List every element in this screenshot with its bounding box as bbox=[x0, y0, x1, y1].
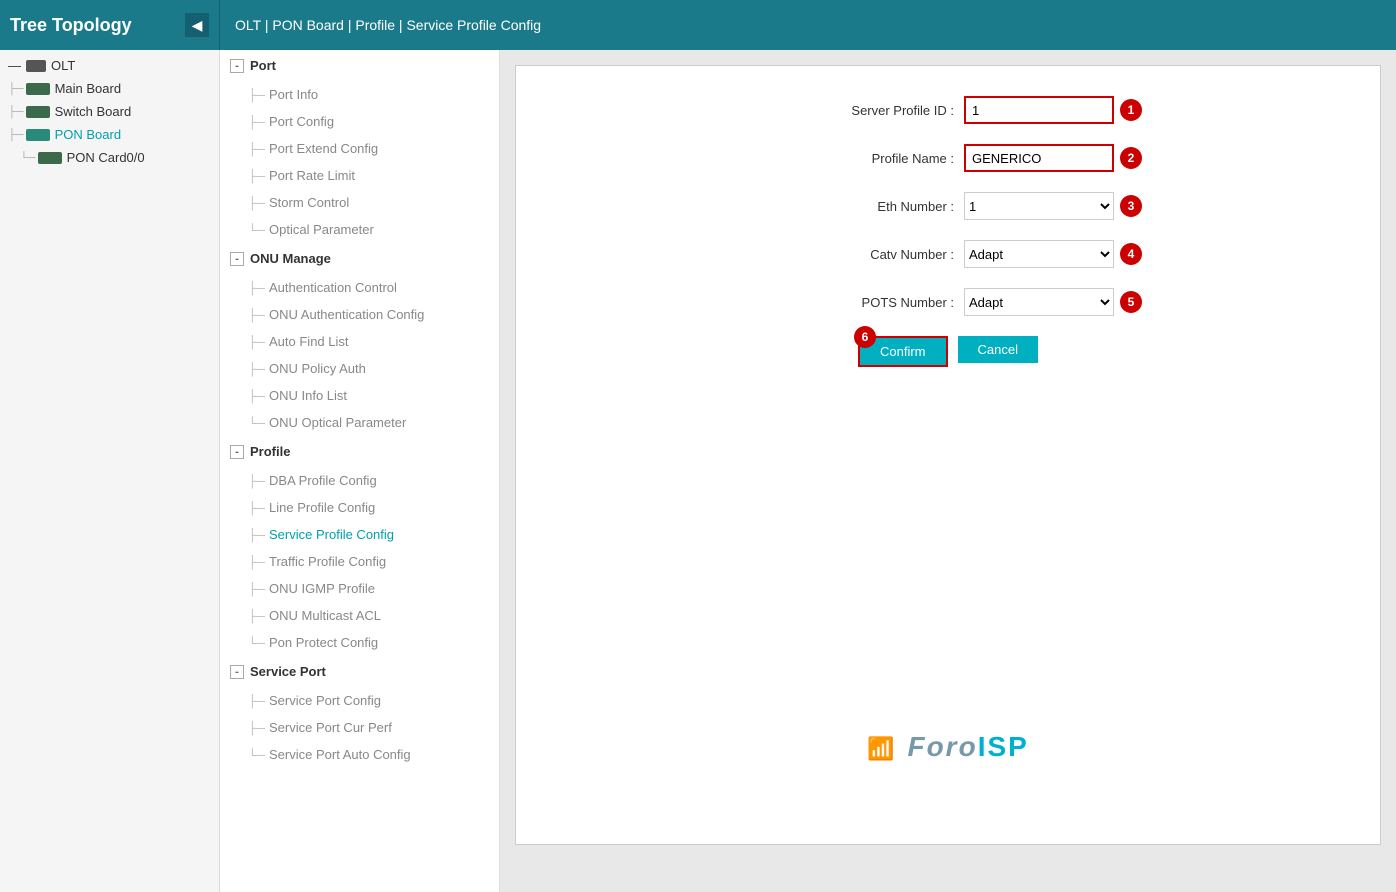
profile-name-input[interactable] bbox=[964, 144, 1114, 172]
server-profile-id-input[interactable] bbox=[964, 96, 1114, 124]
step-badge-3: 3 bbox=[1120, 195, 1142, 217]
main-layout: — OLT ├─ Main Board ├─ Switch Board ├─ P… bbox=[0, 50, 1396, 892]
menu-onu-optical-parameter[interactable]: └─ ONU Optical Parameter bbox=[220, 409, 499, 436]
step-badge-4: 4 bbox=[1120, 243, 1142, 265]
olt-text: OLT bbox=[51, 58, 75, 73]
menu-storm-control[interactable]: ├─ Storm Control bbox=[220, 189, 499, 216]
watermark-foro: Foro bbox=[907, 731, 977, 762]
menu-port-info[interactable]: ├─ Port Info bbox=[220, 81, 499, 108]
server-profile-id-label: Server Profile ID : bbox=[754, 103, 954, 118]
profile-section-label: Profile bbox=[250, 444, 290, 459]
middle-panel: - Port ├─ Port Info ├─ Port Config ├─ Po… bbox=[220, 50, 500, 892]
menu-auto-find-list[interactable]: ├─ Auto Find List bbox=[220, 328, 499, 355]
onu-manage-expand-icon: - bbox=[230, 252, 244, 266]
main-board-label: Main Board bbox=[55, 81, 121, 96]
profile-items: ├─ DBA Profile Config ├─ Line Profile Co… bbox=[220, 467, 499, 656]
menu-onu-igmp-profile[interactable]: ├─ ONU IGMP Profile bbox=[220, 575, 499, 602]
main-board-icon bbox=[26, 83, 50, 95]
menu-line-profile-config[interactable]: ├─ Line Profile Config bbox=[220, 494, 499, 521]
menu-traffic-profile-config[interactable]: ├─ Traffic Profile Config bbox=[220, 548, 499, 575]
collapse-button[interactable]: ◀ bbox=[185, 13, 209, 37]
catv-number-select[interactable]: Adapt 0 1 bbox=[964, 240, 1114, 268]
menu-service-port-auto-config[interactable]: └─ Service Port Auto Config bbox=[220, 741, 499, 768]
onu-manage-items: ├─ Authentication Control ├─ ONU Authent… bbox=[220, 274, 499, 436]
olt-icon bbox=[26, 60, 46, 72]
header: Tree Topology ◀ OLT | PON Board | Profil… bbox=[0, 0, 1396, 50]
menu-service-profile-config[interactable]: ├─ Service Profile Config bbox=[220, 521, 499, 548]
tree-connector: ├─ bbox=[8, 106, 24, 118]
menu-service-port-config[interactable]: ├─ Service Port Config bbox=[220, 687, 499, 714]
pon-card-label: PON Card0/0 bbox=[67, 150, 145, 165]
tree-connector: ├─ bbox=[8, 83, 24, 95]
section-service-port[interactable]: - Service Port bbox=[220, 656, 499, 687]
button-row: 6 Confirm Cancel bbox=[546, 336, 1350, 367]
profile-expand-icon: - bbox=[230, 445, 244, 459]
menu-pon-protect-config[interactable]: └─ Pon Protect Config bbox=[220, 629, 499, 656]
switch-board-icon bbox=[26, 106, 50, 118]
tree-connector: ├─ bbox=[8, 129, 24, 141]
switch-board-label: Switch Board bbox=[55, 104, 132, 119]
sidebar-item-pon-card[interactable]: └─ PON Card0/0 bbox=[0, 146, 219, 169]
sidebar-item-main-board[interactable]: ├─ Main Board bbox=[0, 77, 219, 100]
section-profile[interactable]: - Profile bbox=[220, 436, 499, 467]
pots-number-label: POTS Number : bbox=[754, 295, 954, 310]
server-profile-id-row: Server Profile ID : 1 bbox=[546, 96, 1350, 124]
main-content: Server Profile ID : 1 Profile Name : 2 E… bbox=[500, 50, 1396, 892]
app-title: Tree Topology bbox=[10, 15, 132, 36]
confirm-btn-wrapper: 6 Confirm bbox=[858, 336, 958, 367]
service-port-items: ├─ Service Port Config ├─ Service Port C… bbox=[220, 687, 499, 768]
menu-dba-profile-config[interactable]: ├─ DBA Profile Config bbox=[220, 467, 499, 494]
sidebar-item-pon-board[interactable]: ├─ PON Board bbox=[0, 123, 219, 146]
breadcrumb: OLT | PON Board | Profile | Service Prof… bbox=[220, 17, 556, 33]
pon-card-icon bbox=[38, 152, 62, 164]
port-expand-icon: - bbox=[230, 59, 244, 73]
profile-name-label: Profile Name : bbox=[754, 151, 954, 166]
form-container: Server Profile ID : 1 Profile Name : 2 E… bbox=[515, 65, 1381, 845]
menu-service-port-cur-perf[interactable]: ├─ Service Port Cur Perf bbox=[220, 714, 499, 741]
service-port-expand-icon: - bbox=[230, 665, 244, 679]
onu-manage-section-label: ONU Manage bbox=[250, 251, 331, 266]
pon-board-icon bbox=[26, 129, 50, 141]
catv-number-label: Catv Number : bbox=[754, 247, 954, 262]
pon-board-label: PON Board bbox=[55, 127, 121, 142]
step-badge-6: 6 bbox=[854, 326, 876, 348]
sidebar: — OLT ├─ Main Board ├─ Switch Board ├─ P… bbox=[0, 50, 220, 892]
port-section-label: Port bbox=[250, 58, 276, 73]
step-badge-2: 2 bbox=[1120, 147, 1142, 169]
menu-optical-parameter[interactable]: └─ Optical Parameter bbox=[220, 216, 499, 243]
menu-authentication-control[interactable]: ├─ Authentication Control bbox=[220, 274, 499, 301]
eth-number-row: Eth Number : 1 2 3 4 3 bbox=[546, 192, 1350, 220]
olt-label: — OLT bbox=[0, 50, 219, 77]
watermark: 📶 ForoISP bbox=[867, 727, 1029, 764]
port-items: ├─ Port Info ├─ Port Config ├─ Port Exte… bbox=[220, 81, 499, 243]
tree-connector: └─ bbox=[20, 152, 36, 164]
pots-number-select[interactable]: Adapt 0 1 2 bbox=[964, 288, 1114, 316]
service-port-section-label: Service Port bbox=[250, 664, 326, 679]
cancel-button[interactable]: Cancel bbox=[958, 336, 1038, 363]
section-onu-manage[interactable]: - ONU Manage bbox=[220, 243, 499, 274]
menu-port-extend-config[interactable]: ├─ Port Extend Config bbox=[220, 135, 499, 162]
menu-onu-info-list[interactable]: ├─ ONU Info List bbox=[220, 382, 499, 409]
watermark-icon: 📶 bbox=[867, 736, 896, 761]
menu-onu-multicast-acl[interactable]: ├─ ONU Multicast ACL bbox=[220, 602, 499, 629]
eth-number-select[interactable]: 1 2 3 4 bbox=[964, 192, 1114, 220]
step-badge-1: 1 bbox=[1120, 99, 1142, 121]
sidebar-title: Tree Topology ◀ bbox=[0, 0, 220, 50]
step-badge-5: 5 bbox=[1120, 291, 1142, 313]
eth-number-label: Eth Number : bbox=[754, 199, 954, 214]
section-port[interactable]: - Port bbox=[220, 50, 499, 81]
sidebar-item-switch-board[interactable]: ├─ Switch Board bbox=[0, 100, 219, 123]
watermark-isp: ISP bbox=[978, 731, 1029, 762]
menu-port-config[interactable]: ├─ Port Config bbox=[220, 108, 499, 135]
menu-onu-policy-auth[interactable]: ├─ ONU Policy Auth bbox=[220, 355, 499, 382]
pots-number-row: POTS Number : Adapt 0 1 2 5 bbox=[546, 288, 1350, 316]
catv-number-row: Catv Number : Adapt 0 1 4 bbox=[546, 240, 1350, 268]
menu-onu-auth-config[interactable]: ├─ ONU Authentication Config bbox=[220, 301, 499, 328]
menu-port-rate-limit[interactable]: ├─ Port Rate Limit bbox=[220, 162, 499, 189]
profile-name-row: Profile Name : 2 bbox=[546, 144, 1350, 172]
